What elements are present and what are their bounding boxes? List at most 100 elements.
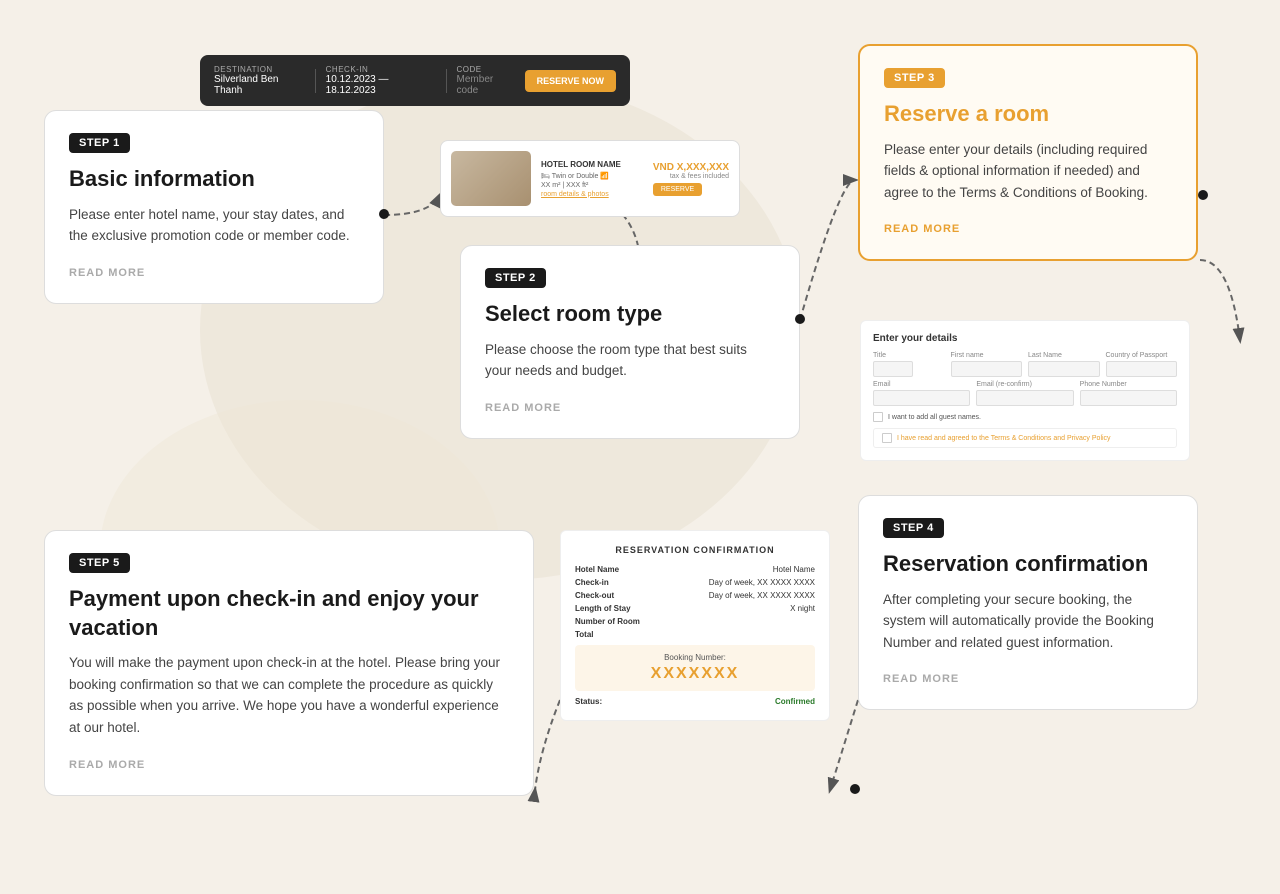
dp-country-input[interactable] [1106, 361, 1178, 377]
rcp-checkin-value: Day of week, XX XXXX XXXX [709, 578, 815, 587]
step1-title: Basic information [69, 165, 359, 194]
room-size: XX m² | XXX ft² [541, 182, 643, 189]
step4-description: After completing your secure booking, th… [883, 589, 1173, 654]
step5-description: You will make the payment upon check-in … [69, 652, 509, 738]
dot-step1-to-preview [379, 209, 389, 219]
rcp-total-label: Total [575, 630, 594, 639]
step1-card: STEP 1 Basic information Please enter ho… [44, 110, 384, 304]
checkin-label: CHECK-IN [326, 65, 436, 74]
reserve-button-sm[interactable]: RESERVE [653, 183, 702, 196]
code-label: CODE [457, 65, 515, 74]
separator2 [446, 69, 447, 93]
dp-title-input[interactable] [873, 361, 913, 377]
checkin-field: CHECK-IN 10.12.2023 — 18.12.2023 [326, 65, 436, 96]
dot-step4-bottom [850, 784, 860, 794]
destination-label: DESTINATION [214, 65, 305, 74]
price-note: tax & fees included [653, 173, 729, 180]
step1-description: Please enter hotel name, your stay dates… [69, 204, 359, 247]
rcp-total-row: Total [575, 630, 815, 639]
step3-title: Reserve a room [884, 100, 1172, 129]
room-link[interactable]: room details & photos [541, 191, 643, 198]
dp-lastname-input[interactable] [1028, 361, 1100, 377]
step5-card: STEP 5 Payment upon check-in and enjoy y… [44, 530, 534, 796]
dp-privacy-link[interactable]: Privacy Policy [1067, 435, 1111, 442]
step2-title: Select room type [485, 300, 775, 329]
step1-badge: STEP 1 [69, 133, 130, 153]
rcp-checkin-row: Check-in Day of week, XX XXXX XXXX [575, 578, 815, 587]
rcp-title: RESERVATION CONFIRMATION [575, 545, 815, 555]
step4-badge: STEP 4 [883, 518, 944, 538]
dp-firstname-input[interactable] [951, 361, 1023, 377]
rcp-rooms-row: Number of Room [575, 617, 815, 626]
step2-card: STEP 2 Select room type Please choose th… [460, 245, 800, 439]
rcp-length-value: X night [790, 604, 815, 613]
step3-card: STEP 3 Reserve a room Please enter your … [858, 44, 1198, 261]
code-value: Member code [457, 74, 515, 96]
step3-description: Please enter your details (including req… [884, 139, 1172, 204]
booking-bar: DESTINATION Silverland Ben Thanh CHECK-I… [200, 55, 630, 106]
room-type: 🛏 Twin or Double 📶 [541, 172, 643, 180]
dp-agree-checkbox[interactable] [882, 433, 892, 443]
rcp-status-value: Confirmed [775, 697, 815, 706]
rcp-checkout-label: Check-out [575, 591, 614, 600]
separator1 [315, 69, 316, 93]
details-preview: Enter your details Title First name Last… [860, 320, 1190, 461]
step3-read-more[interactable]: READ MORE [884, 223, 960, 235]
dp-title: Enter your details [873, 333, 1177, 344]
step3-badge: STEP 3 [884, 68, 945, 88]
dp-phone-input[interactable] [1080, 390, 1177, 406]
dp-email-input[interactable] [873, 390, 970, 406]
rcp-status-label: Status: [575, 697, 602, 706]
step4-read-more[interactable]: READ MORE [883, 673, 959, 685]
dp-agree-row: I have read and agreed to the Terms & Co… [873, 428, 1177, 448]
step4-title: Reservation confirmation [883, 550, 1173, 579]
step2-read-more[interactable]: READ MORE [485, 402, 561, 414]
res-confirm-preview: RESERVATION CONFIRMATION Hotel Name Hote… [560, 530, 830, 721]
rcp-checkout-row: Check-out Day of week, XX XXXX XXXX [575, 591, 815, 600]
dp-email-reconfirm-field: Email (re-confirm) [976, 381, 1073, 406]
rcp-booking-box: Booking Number: XXXXXXX [575, 645, 815, 691]
dp-title-field: Title [873, 352, 945, 377]
dp-lastname-field: Last Name [1028, 352, 1100, 377]
dp-guest-names-checkbox[interactable] [873, 412, 883, 422]
rcp-hotel-label: Hotel Name [575, 565, 619, 574]
dot-step3-right [1198, 190, 1208, 200]
step2-badge: STEP 2 [485, 268, 546, 288]
checkin-value: 10.12.2023 — 18.12.2023 [326, 74, 436, 96]
room-name: HOTEL ROOM NAME [541, 160, 643, 169]
dp-firstname-field: First name [951, 352, 1023, 377]
dp-country-field: Country of Passport [1106, 352, 1178, 377]
rcp-hotel-value: Hotel Name [773, 565, 815, 574]
rcp-checkout-value: Day of week, XX XXXX XXXX [709, 591, 815, 600]
rcp-booking-number: XXXXXXX [583, 665, 807, 683]
rcp-length-label: Length of Stay [575, 604, 631, 613]
dp-guest-names-row: I want to add all guest names. [873, 412, 1177, 422]
dp-agree-label: I have read and agreed to the Terms & Co… [897, 435, 1111, 442]
rcp-length-row: Length of Stay X night [575, 604, 815, 613]
dp-email-field: Email [873, 381, 970, 406]
rcp-status-row: Status: Confirmed [575, 697, 815, 706]
room-price: VND X,XXX,XXX tax & fees included RESERV… [653, 162, 729, 196]
rcp-hotel-row: Hotel Name Hotel Name [575, 565, 815, 574]
step5-read-more[interactable]: READ MORE [69, 759, 145, 771]
rcp-rooms-label: Number of Room [575, 617, 640, 626]
room-image [451, 151, 531, 206]
dp-terms-link[interactable]: Terms & Conditions [991, 435, 1052, 442]
room-info: HOTEL ROOM NAME 🛏 Twin or Double 📶 XX m²… [541, 160, 643, 198]
price-value: VND X,XXX,XXX [653, 162, 729, 173]
step1-read-more[interactable]: READ MORE [69, 267, 145, 279]
dp-phone-field: Phone Number [1080, 381, 1177, 406]
step5-title: Payment upon check-in and enjoy your vac… [69, 585, 509, 642]
rcp-booking-label: Booking Number: [583, 653, 807, 662]
reserve-now-button[interactable]: RESERVE NOW [525, 70, 616, 92]
rcp-checkin-label: Check-in [575, 578, 609, 587]
step4-card: STEP 4 Reservation confirmation After co… [858, 495, 1198, 710]
dp-email-reconfirm-input[interactable] [976, 390, 1073, 406]
dot-step2-to-step3 [795, 314, 805, 324]
dp-row-1: Title First name Last Name Country of Pa… [873, 352, 1177, 377]
step5-badge: STEP 5 [69, 553, 130, 573]
step2-description: Please choose the room type that best su… [485, 339, 775, 382]
dp-guest-names-label: I want to add all guest names. [888, 414, 981, 421]
destination-value: Silverland Ben Thanh [214, 74, 305, 96]
code-field: CODE Member code [457, 65, 515, 96]
